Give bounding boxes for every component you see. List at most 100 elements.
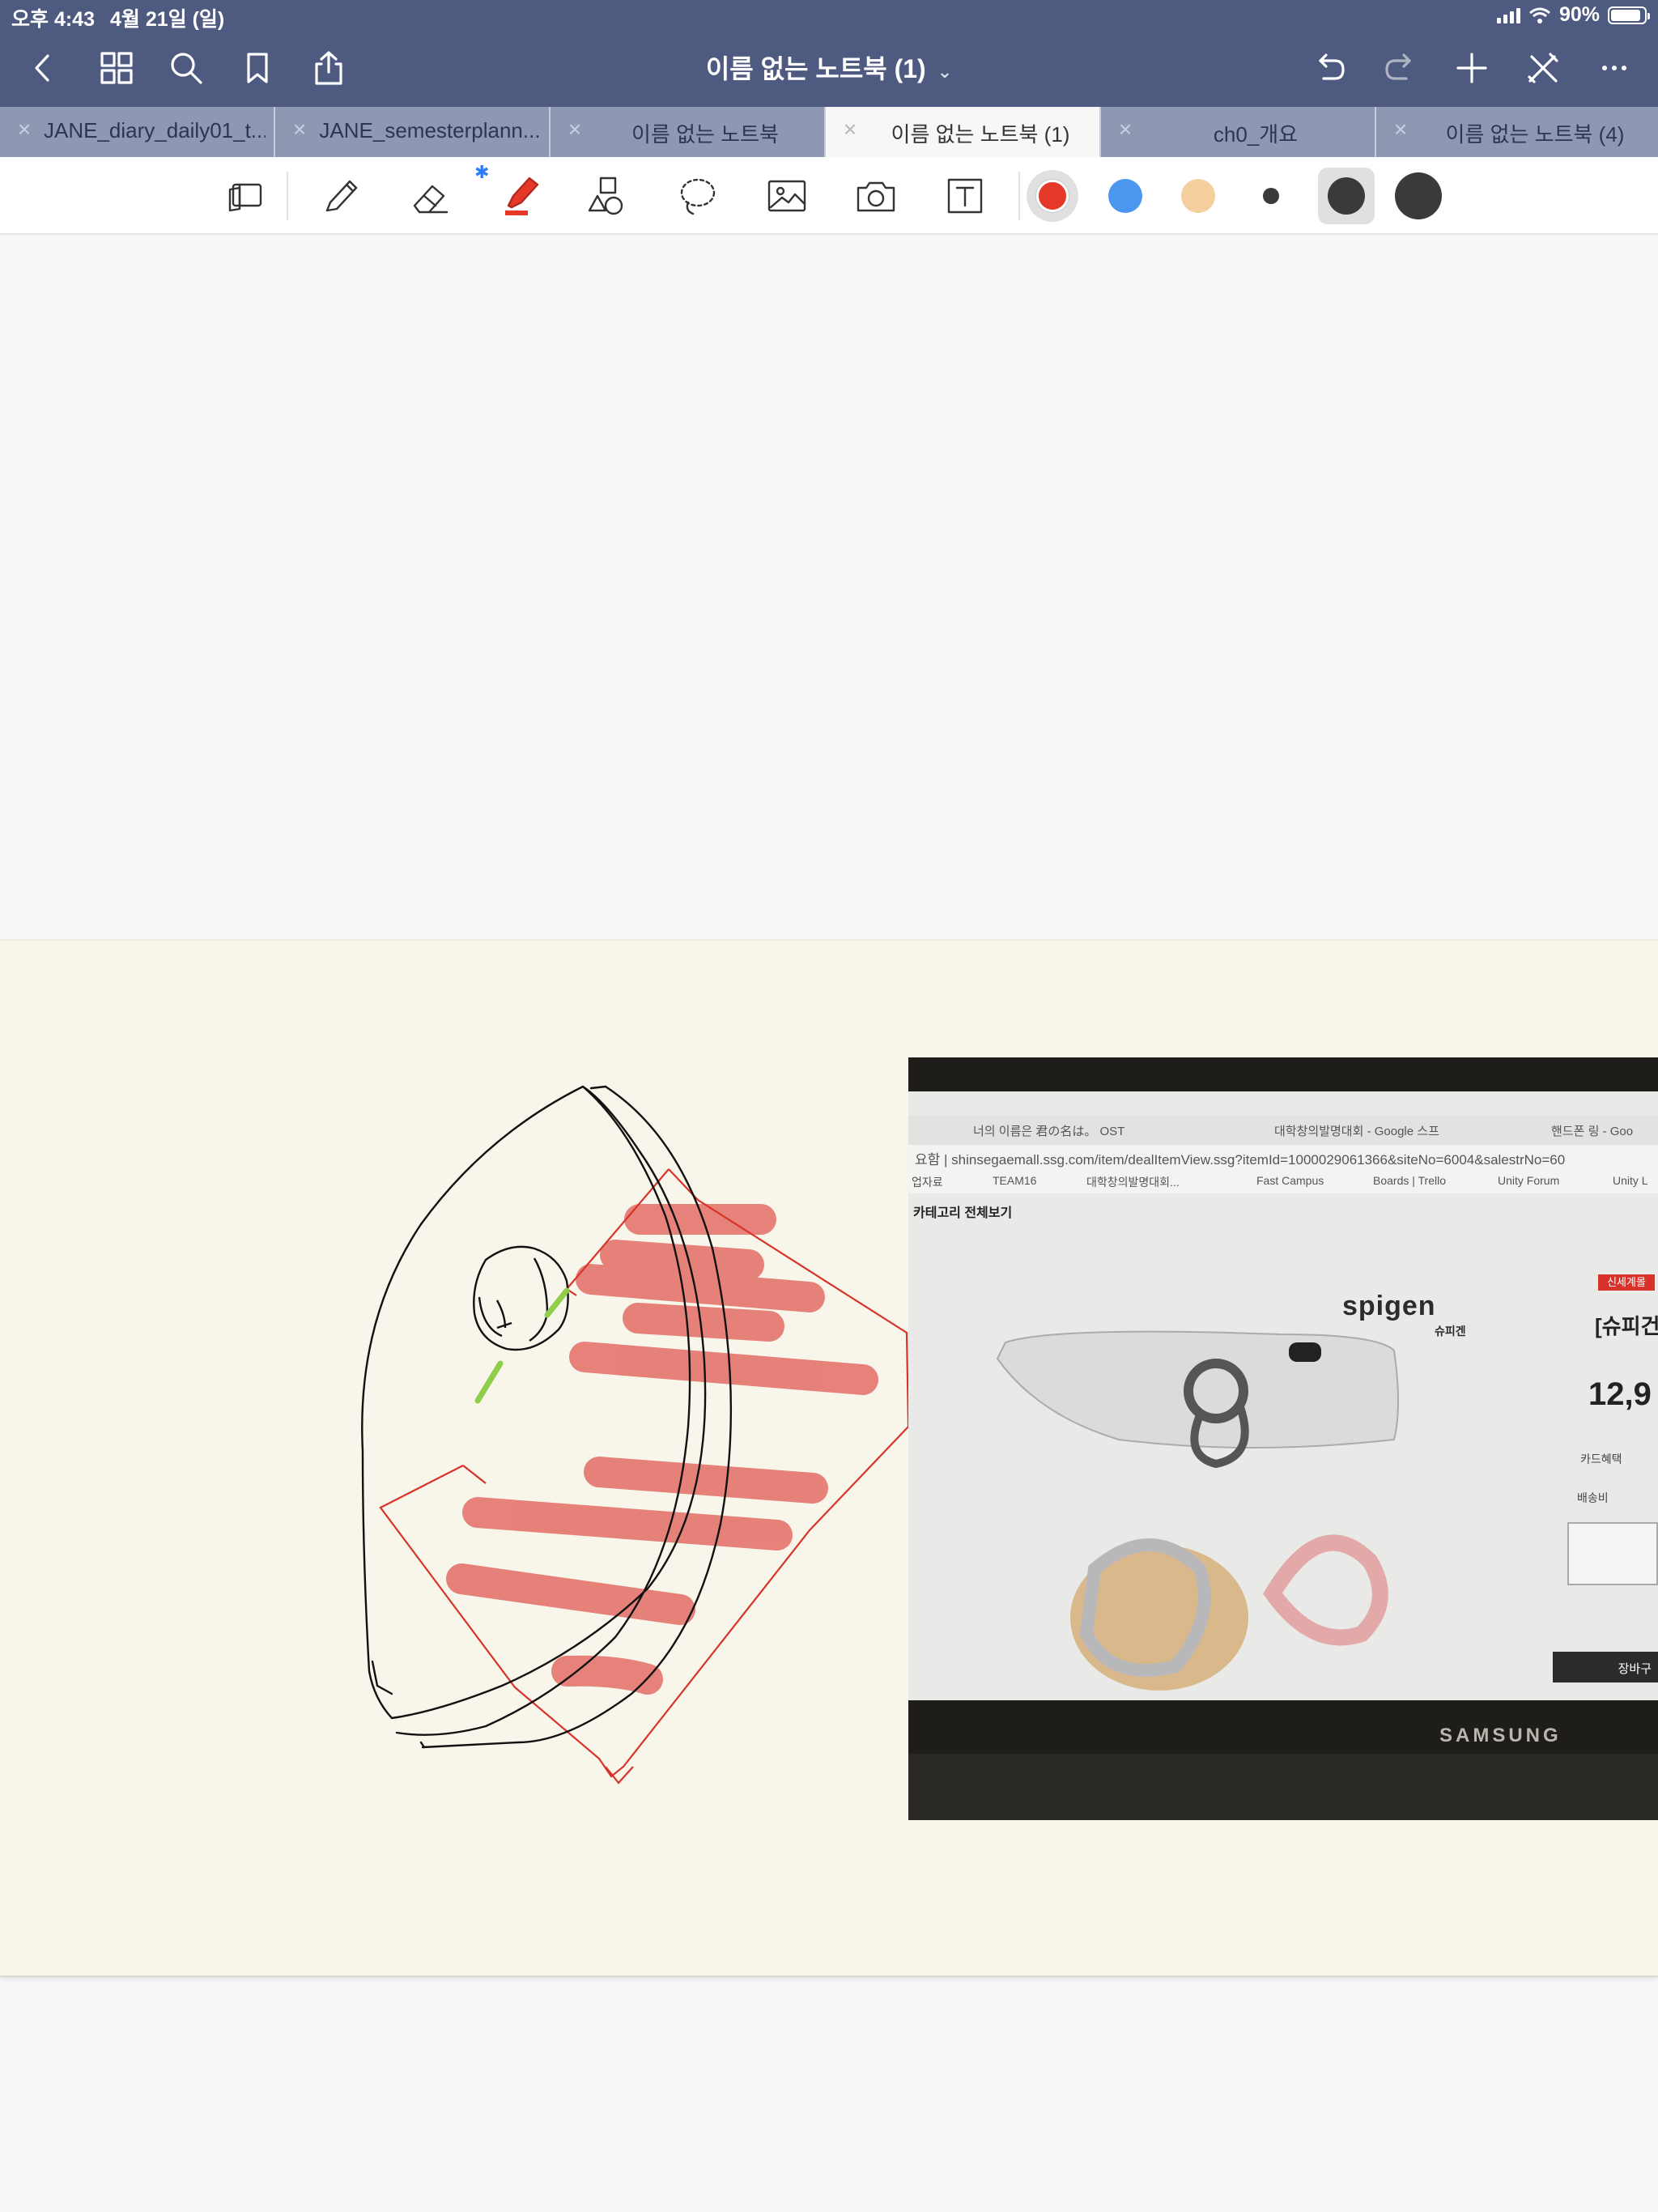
- photo-brand-logo: spigen: [1342, 1291, 1436, 1321]
- goodnotes-app: 오후 4:43 4월 21일 (일) 90% 이름 없는 노트북 (1) ⌄ ×…: [0, 0, 1658, 2212]
- wifi-icon: [1528, 7, 1550, 23]
- pen-tool-button[interactable]: [316, 170, 368, 222]
- camera-tool-button[interactable]: [850, 170, 902, 222]
- photo-tab-text: 대학창의발명대회 - Google 스프: [1274, 1125, 1439, 1138]
- image-icon: [767, 180, 806, 212]
- photo-tab-text: 핸드폰 링 - Goo: [1551, 1125, 1634, 1138]
- eraser-tool-button[interactable]: [405, 170, 457, 222]
- tab-untitled-notebook[interactable]: × 이름 없는 노트북: [551, 107, 826, 157]
- color-red: [1036, 180, 1069, 212]
- bluetooth-pencil-icon: ✱: [474, 162, 490, 182]
- tab-label: ch0_개요: [1213, 122, 1299, 147]
- highlighter-strokes: [446, 1204, 878, 1695]
- tab-jane-diary[interactable]: × JANE_diary_daily01_t...: [0, 107, 275, 157]
- image-tool-button[interactable]: [761, 170, 813, 222]
- shapes-icon: [588, 177, 623, 215]
- note-page[interactable]: 너의 이름은 君の名は。 OST 대학창의발명대회 - Google 스프 핸드…: [0, 939, 1658, 1977]
- status-date: 4월 21일 (일): [110, 8, 225, 31]
- photo-product-title: [슈피건: [1595, 1314, 1658, 1338]
- stroke-dot-large: [1395, 172, 1442, 219]
- photo-bookmark: 업자료: [912, 1176, 943, 1189]
- photo-bookmark: Boards | Trello: [1373, 1174, 1447, 1187]
- battery-percent: 90%: [1558, 3, 1600, 26]
- top-bar: 오후 4:43 4월 21일 (일) 90% 이름 없는 노트북 (1) ⌄: [0, 0, 1658, 107]
- photo-url-bar: 요함 | shinsegaemall.ssg.com/item/dealItem…: [908, 1145, 1658, 1169]
- note-canvas[interactable]: 너의 이름은 君の名は。 OST 대학창의발명대회 - Google 스프 핸드…: [0, 235, 1658, 2212]
- green-marks: [474, 1287, 570, 1404]
- color-blue: [1108, 179, 1142, 213]
- drawing-toolbar: [0, 157, 1658, 235]
- photo-cart-button: 장바구: [1553, 1652, 1658, 1682]
- tab-label: 이름 없는 노트북: [631, 122, 779, 147]
- toolbar-divider: [287, 172, 288, 220]
- stroke-dot-medium: [1328, 177, 1365, 215]
- status-indicators: 90%: [1496, 3, 1650, 27]
- stroke-dot-small: [1263, 188, 1279, 204]
- undo-icon: [1319, 53, 1345, 80]
- stroke-size-small[interactable]: [1245, 170, 1297, 222]
- photo-laptop-brand: SAMSUNG: [1439, 1725, 1562, 1746]
- undo-button[interactable]: [1307, 45, 1352, 91]
- close-tab-icon[interactable]: ×: [565, 118, 585, 141]
- tab-label: 이름 없는 노트북 (1): [891, 122, 1070, 147]
- photo-keyboard: [908, 1754, 1658, 1820]
- lasso-tool-button[interactable]: [672, 170, 724, 222]
- shapes-tool-button[interactable]: [581, 170, 633, 222]
- lasso-icon: [680, 178, 716, 215]
- photo-browser-tabs: 너의 이름은 君の名は。 OST 대학창의발명대회 - Google 스프 핸드…: [908, 1116, 1658, 1145]
- more-options-button[interactable]: [1592, 45, 1637, 91]
- chevron-down-icon: ⌄: [937, 62, 953, 82]
- close-tab-icon[interactable]: ×: [840, 118, 860, 141]
- stroke-size-large[interactable]: [1392, 170, 1444, 222]
- redo-button[interactable]: [1378, 45, 1423, 91]
- stroke-size-medium[interactable]: [1318, 168, 1375, 224]
- document-tabs: × JANE_diary_daily01_t... × JANE_semeste…: [0, 107, 1658, 157]
- tab-untitled-notebook-4[interactable]: × 이름 없는 노트북 (4): [1376, 107, 1658, 157]
- photo-bookmark: 대학창의발명대회...: [1086, 1176, 1180, 1189]
- status-time: 오후 4:43: [11, 8, 95, 31]
- photo-bookmarks-bar: 업자료 TEAM16 대학창의발명대회... Fast Campus Board…: [908, 1169, 1658, 1193]
- close-tab-icon[interactable]: ×: [1391, 118, 1410, 141]
- photo-bookmark: Unity Forum: [1498, 1174, 1560, 1187]
- ellipsis-icon: [1602, 66, 1626, 70]
- embedded-photo[interactable]: 너의 이름은 君の名は。 OST 대학창의발명대회 - Google 스프 핸드…: [908, 1057, 1658, 1820]
- photo-shipping: 배송비: [1577, 1491, 1609, 1504]
- color-swatch-peach[interactable]: [1172, 170, 1224, 222]
- close-tab-icon[interactable]: ×: [1116, 118, 1135, 141]
- close-tab-icon[interactable]: ×: [290, 118, 309, 141]
- read-only-mode-icon: [228, 183, 262, 212]
- photo-card-benefit: 카드혜택: [1580, 1453, 1622, 1465]
- cellular-signal-icon: [1496, 7, 1520, 23]
- add-page-button[interactable]: [1449, 45, 1494, 91]
- read-only-mode-button[interactable]: [220, 170, 272, 222]
- battery-icon: [1608, 6, 1650, 24]
- document-title-text: 이름 없는 노트북 (1): [705, 54, 926, 83]
- pen-ruler-cross-icon: [1528, 53, 1558, 83]
- pen-icon: [325, 180, 358, 212]
- color-swatch-blue[interactable]: [1099, 170, 1151, 222]
- tab-label: 이름 없는 노트북 (4): [1445, 122, 1625, 147]
- tab-ch0[interactable]: × ch0_개요: [1101, 107, 1376, 157]
- photo-product-price: 12,9: [1588, 1376, 1652, 1412]
- edit-mode-button[interactable]: [1520, 45, 1566, 91]
- photo-bookmark: TEAM16: [993, 1174, 1037, 1187]
- camera-icon: [857, 181, 895, 212]
- eraser-icon: [413, 185, 449, 214]
- tab-untitled-notebook-1[interactable]: × 이름 없는 노트북 (1): [826, 107, 1101, 157]
- toolbar-divider: [1018, 172, 1020, 220]
- photo-brand-sub: 슈피겐: [1435, 1325, 1466, 1338]
- photo-bookmark: Fast Campus: [1256, 1174, 1324, 1187]
- text-tool-button[interactable]: [939, 170, 991, 222]
- photo-bookmark: Unity L: [1613, 1174, 1648, 1187]
- phone-ring-product-image: [996, 1330, 1399, 1691]
- photo-tab-text: 너의 이름은 君の名は。 OST: [973, 1125, 1125, 1138]
- tab-jane-semesterplanner[interactable]: × JANE_semesterplann...: [275, 107, 551, 157]
- highlighter-tool-button[interactable]: [494, 170, 546, 222]
- ring-sketch: [473, 1245, 569, 1351]
- text-box-icon: [947, 178, 983, 214]
- photo-mall-badge: 신세계몰: [1598, 1274, 1655, 1291]
- highlighter-icon: [505, 177, 539, 215]
- color-swatch-red[interactable]: [1027, 170, 1078, 222]
- close-tab-icon[interactable]: ×: [15, 118, 34, 141]
- tab-label: JANE_diary_daily01_t...: [44, 118, 266, 143]
